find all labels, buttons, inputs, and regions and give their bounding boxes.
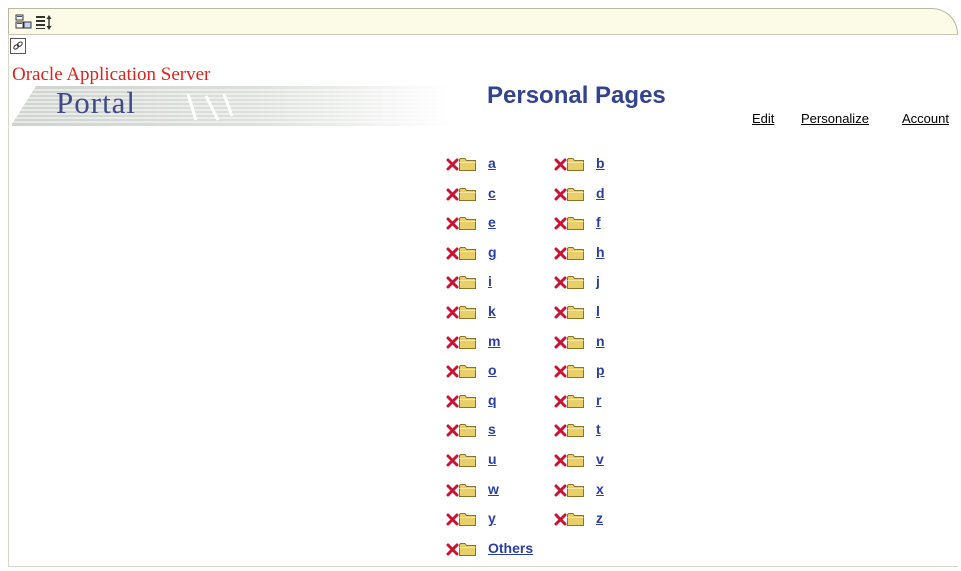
delete-icon[interactable] xyxy=(446,156,459,171)
delete-icon[interactable] xyxy=(446,334,459,349)
reorder-icon[interactable] xyxy=(35,13,53,31)
customize-page-icon[interactable] xyxy=(15,13,33,31)
folder-icon xyxy=(459,452,476,467)
folder-icon xyxy=(459,156,476,171)
page-link[interactable]: x xyxy=(596,481,604,497)
delete-icon[interactable] xyxy=(554,245,567,260)
folder-icon xyxy=(459,393,476,408)
delete-icon[interactable] xyxy=(554,511,567,526)
delete-icon[interactable] xyxy=(446,452,459,467)
folder-icon xyxy=(459,422,476,437)
page-link[interactable]: r xyxy=(596,392,601,408)
delete-icon[interactable] xyxy=(554,156,567,171)
page-link[interactable]: i xyxy=(488,273,492,289)
page-link[interactable]: b xyxy=(596,155,605,171)
page-link[interactable]: s xyxy=(488,421,496,437)
folder-icon xyxy=(459,186,476,201)
folder-icon xyxy=(567,186,584,201)
folder-icon xyxy=(567,393,584,408)
page-link[interactable]: f xyxy=(596,214,601,230)
frame-border-left xyxy=(8,34,9,567)
delete-icon[interactable] xyxy=(446,215,459,230)
page-link-icon[interactable] xyxy=(10,38,26,54)
delete-icon[interactable] xyxy=(446,482,459,497)
folder-icon xyxy=(459,245,476,260)
portal-logo-text: Portal xyxy=(56,85,137,120)
delete-icon[interactable] xyxy=(446,304,459,319)
folder-icon xyxy=(459,511,476,526)
page-link[interactable]: z xyxy=(596,510,603,526)
folder-icon xyxy=(459,304,476,319)
delete-icon[interactable] xyxy=(446,393,459,408)
page-link[interactable]: g xyxy=(488,244,497,260)
folder-icon xyxy=(459,363,476,378)
folder-icon xyxy=(567,245,584,260)
folder-icon xyxy=(567,511,584,526)
folder-icon xyxy=(459,274,476,289)
delete-icon[interactable] xyxy=(554,393,567,408)
delete-icon[interactable] xyxy=(554,274,567,289)
page-link[interactable]: p xyxy=(596,362,605,378)
page-link[interactable]: w xyxy=(488,481,499,497)
edit-link[interactable]: Edit xyxy=(752,111,774,126)
page-link[interactable]: j xyxy=(596,273,600,289)
folder-icon xyxy=(567,156,584,171)
folder-icon xyxy=(567,363,584,378)
page-link[interactable]: q xyxy=(488,392,497,408)
folder-icon xyxy=(567,334,584,349)
folder-icon xyxy=(459,541,476,556)
account-link[interactable]: Account xyxy=(902,111,949,126)
personal-pages-list: a c e g i k m o q s u w y b d f h j l n p r t v x z Others xyxy=(446,0,646,571)
delete-icon[interactable] xyxy=(446,541,459,556)
page-link[interactable]: a xyxy=(488,155,496,171)
page-link[interactable]: c xyxy=(488,185,496,201)
delete-icon[interactable] xyxy=(554,334,567,349)
page-link[interactable]: t xyxy=(596,421,601,437)
delete-icon[interactable] xyxy=(554,452,567,467)
folder-icon xyxy=(567,304,584,319)
page-link[interactable]: e xyxy=(488,214,496,230)
delete-icon[interactable] xyxy=(554,304,567,319)
delete-icon[interactable] xyxy=(554,215,567,230)
delete-icon[interactable] xyxy=(446,511,459,526)
page-link[interactable]: u xyxy=(488,451,497,467)
delete-icon[interactable] xyxy=(446,274,459,289)
delete-icon[interactable] xyxy=(446,186,459,201)
folder-icon xyxy=(459,334,476,349)
page-link[interactable]: n xyxy=(596,333,605,349)
personalize-link[interactable]: Personalize xyxy=(801,111,869,126)
folder-icon xyxy=(459,215,476,230)
page-link[interactable]: m xyxy=(488,333,500,349)
page-link[interactable]: o xyxy=(488,362,497,378)
page-link[interactable]: h xyxy=(596,244,605,260)
page-link[interactable]: Others xyxy=(488,540,533,556)
delete-icon[interactable] xyxy=(554,186,567,201)
delete-icon[interactable] xyxy=(554,363,567,378)
folder-icon xyxy=(567,422,584,437)
page-link[interactable]: l xyxy=(596,303,600,319)
folder-icon xyxy=(459,482,476,497)
delete-icon[interactable] xyxy=(446,363,459,378)
folder-icon xyxy=(567,215,584,230)
folder-icon xyxy=(567,452,584,467)
delete-icon[interactable] xyxy=(554,422,567,437)
folder-icon xyxy=(567,482,584,497)
folder-icon xyxy=(567,274,584,289)
page-link[interactable]: d xyxy=(596,185,605,201)
delete-icon[interactable] xyxy=(554,482,567,497)
oracle-logo-text: Oracle Application Server xyxy=(12,64,211,85)
page-link[interactable]: k xyxy=(488,303,496,319)
page-link[interactable]: v xyxy=(596,451,604,467)
page-link[interactable]: y xyxy=(488,510,496,526)
delete-icon[interactable] xyxy=(446,422,459,437)
delete-icon[interactable] xyxy=(446,245,459,260)
